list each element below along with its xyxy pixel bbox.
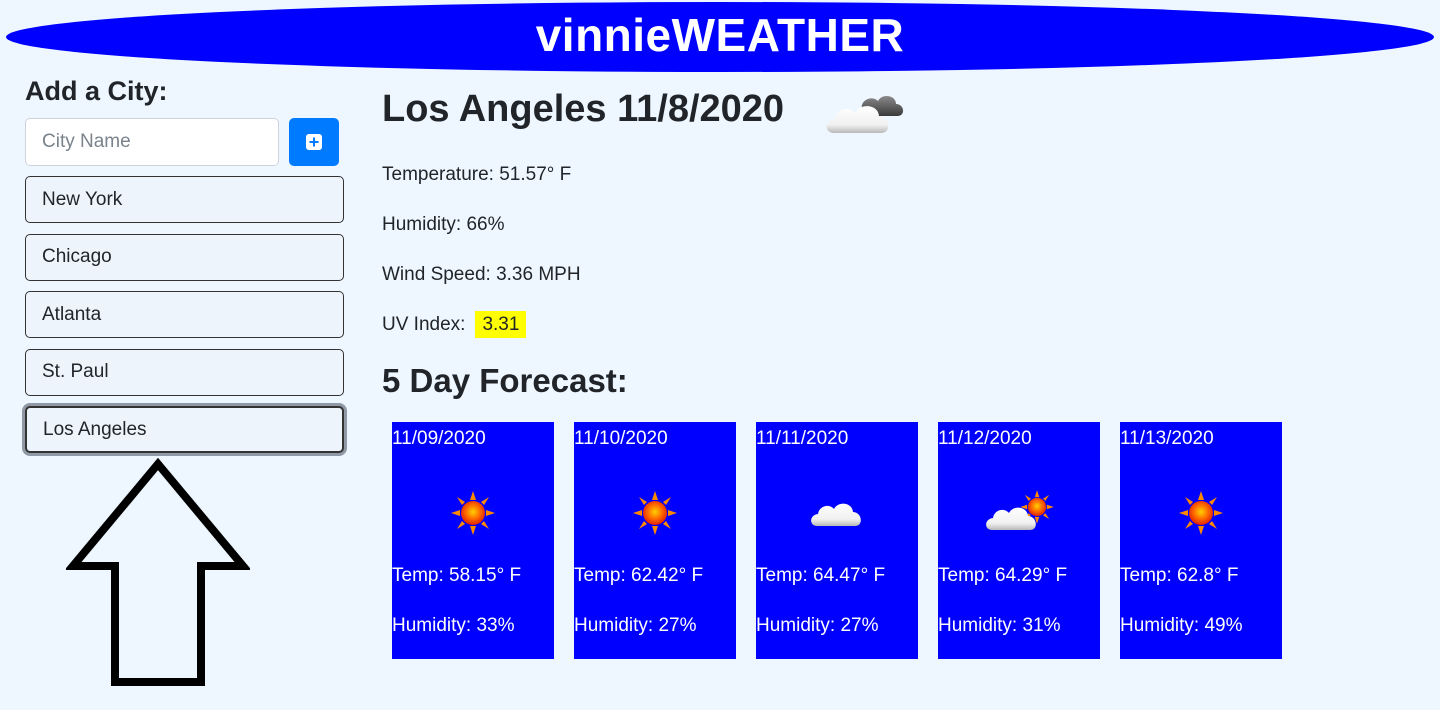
- city-button-new-york[interactable]: New York: [25, 176, 344, 223]
- main-content: Los Angeles 11/8/2020 Temperature: 51.57…: [382, 80, 1382, 659]
- current-humidity: Humidity: 66%: [382, 214, 505, 235]
- current-weather-header: Los Angeles 11/8/2020: [382, 80, 1382, 138]
- up-arrow-icon: [64, 457, 252, 693]
- forecast-temp: Temp: 62.8° F: [1120, 565, 1239, 586]
- partly-cloudy-icon: [986, 490, 1054, 530]
- uv-index-label: UV Index:: [382, 314, 466, 335]
- city-button-los-angeles[interactable]: Los Angeles: [25, 406, 344, 453]
- forecast-temp: Temp: 58.15° F: [392, 565, 522, 586]
- forecast-temp: Temp: 62.42° F: [574, 565, 704, 586]
- sun-icon: [633, 491, 677, 535]
- plus-square-icon: [306, 134, 322, 150]
- forecast-humidity: Humidity: 27%: [756, 615, 879, 636]
- forecast-temp: Temp: 64.47° F: [756, 565, 886, 586]
- sun-icon: [1179, 491, 1223, 535]
- forecast-date: 11/11/2020: [756, 428, 849, 449]
- forecast-date: 11/12/2020: [938, 428, 1032, 449]
- sun-icon: [451, 491, 495, 535]
- app-title: vinnieWEATHER: [535, 9, 905, 61]
- search-row: [25, 118, 345, 166]
- app-header: vinnieWEATHER: [6, 2, 1434, 72]
- current-wind-speed: Wind Speed: 3.36 MPH: [382, 264, 581, 285]
- cloud-icon: [811, 503, 861, 526]
- forecast-card: 11/12/2020 Temp: 64.29° F Humidity: 31%: [938, 422, 1100, 659]
- add-city-heading: Add a City:: [25, 76, 168, 106]
- forecast-cards: 11/09/2020 Temp: 58.15° F Humidity: 33% …: [392, 422, 1282, 659]
- forecast-card: 11/09/2020 Temp: 58.15° F Humidity: 33%: [392, 422, 554, 659]
- current-city-title: Los Angeles 11/8/2020: [382, 87, 785, 130]
- forecast-card: 11/10/2020 Temp: 62.42° F Humidity: 27%: [574, 422, 736, 659]
- forecast-date: 11/09/2020: [392, 428, 486, 449]
- forecast-humidity: Humidity: 49%: [1120, 615, 1243, 636]
- city-button-chicago[interactable]: Chicago: [25, 233, 344, 281]
- forecast-title: 5 Day Forecast:: [382, 362, 628, 399]
- forecast-humidity: Humidity: 31%: [938, 615, 1061, 636]
- forecast-date: 11/13/2020: [1120, 428, 1214, 449]
- forecast-date: 11/10/2020: [574, 428, 668, 449]
- forecast-card: 11/13/2020 Temp: 62.8° F Humidity: 49%: [1120, 422, 1282, 659]
- forecast-card: 11/11/2020 Temp: 64.47° F Humidity: 27%: [756, 422, 918, 659]
- current-uv-index: UV Index: 3.31: [382, 311, 527, 338]
- forecast-temp: Temp: 64.29° F: [938, 565, 1068, 586]
- city-button-st-paul[interactable]: St. Paul: [25, 348, 344, 396]
- sidebar: Add a City: New York Chicago Atlanta St.…: [25, 74, 345, 464]
- city-name-input[interactable]: [25, 118, 279, 166]
- forecast-humidity: Humidity: 33%: [392, 615, 515, 636]
- current-temperature: Temperature: 51.57° F: [382, 164, 572, 185]
- clouds-icon: [826, 95, 904, 133]
- city-button-atlanta[interactable]: Atlanta: [25, 291, 344, 338]
- add-city-button[interactable]: [289, 118, 339, 166]
- forecast-humidity: Humidity: 27%: [574, 615, 697, 636]
- uv-index-value: 3.31: [475, 311, 527, 338]
